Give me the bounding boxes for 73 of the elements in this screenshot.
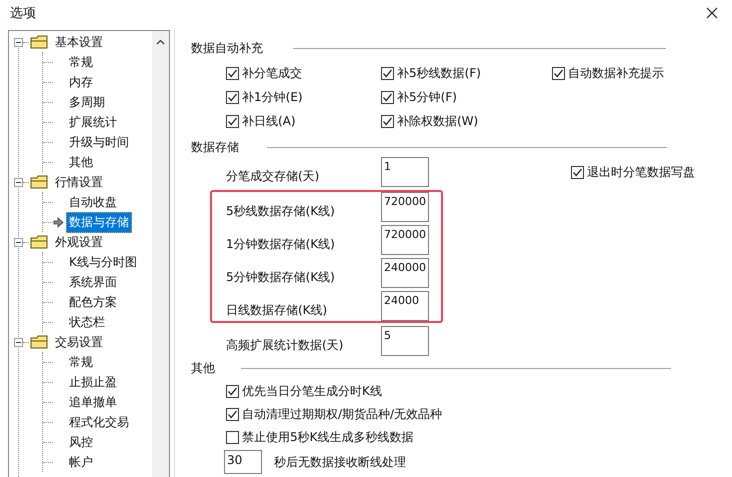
window-title: 选项 <box>10 5 36 22</box>
tree-item[interactable]: 帐户 <box>66 452 96 472</box>
checkbox-label: 补日线(A) <box>242 112 296 130</box>
tree-item[interactable]: 配色方案 <box>66 292 120 312</box>
checkbox-label: 自动清理过期期权/期货品种/无效品种 <box>242 406 442 422</box>
tree-item[interactable]: 自动收盘 <box>66 192 120 212</box>
input-field[interactable]: 30 <box>224 450 262 474</box>
field-label: 高频扩展统计数据(天) <box>226 337 344 354</box>
tree-item[interactable]: 系统界面 <box>66 272 120 292</box>
checkbox[interactable] <box>552 66 565 80</box>
folder-icon <box>30 235 49 249</box>
checkbox[interactable] <box>226 114 239 128</box>
folder-icon <box>30 335 49 349</box>
checkbox[interactable] <box>381 114 394 128</box>
tree-item[interactable]: 行情设置 <box>55 174 103 190</box>
checkbox[interactable] <box>226 66 239 80</box>
tree-item[interactable]: 其他 <box>66 152 96 172</box>
checkbox[interactable] <box>226 408 239 420</box>
tree-item[interactable]: 程式化交易 <box>66 412 132 432</box>
field-label: 日线数据存储(K线) <box>226 302 328 319</box>
tree-item[interactable]: 基本设置 <box>55 34 103 50</box>
input-field[interactable]: 240000 <box>381 258 429 288</box>
checkbox-label: 补除权数据(W) <box>397 112 478 130</box>
input-field[interactable]: 720000 <box>381 192 429 222</box>
field-label: 5秒线数据存储(K线) <box>226 203 336 220</box>
section-title: 数据存储 <box>191 138 239 156</box>
scroll-up-icon[interactable] <box>156 39 165 45</box>
tree-item[interactable]: 交易设置 <box>55 334 103 350</box>
tree-item[interactable]: 内存 <box>66 72 96 92</box>
scrollbar[interactable] <box>152 31 169 477</box>
tree-item[interactable]: 外观设置 <box>55 234 103 250</box>
tree-item[interactable]: K线与分时图 <box>66 252 140 272</box>
tree-item[interactable]: 数据与存储 <box>66 212 132 232</box>
checkbox-label: 优先当日分笔生成分时K线 <box>242 382 382 400</box>
checkbox-label: 退出时分笔数据写盘 <box>587 164 695 180</box>
checkbox[interactable] <box>381 66 394 80</box>
section-title: 数据自动补充 <box>191 40 263 56</box>
tree-item[interactable]: 追单撤单 <box>66 392 120 412</box>
checkbox-label: 禁止使用5秒K线生成多秒线数据 <box>242 428 414 446</box>
collapse-icon[interactable] <box>14 178 23 186</box>
checkbox-label: 补分笔成交 <box>242 64 302 82</box>
tree-item[interactable]: 升级与时间 <box>66 132 132 152</box>
folder-icon <box>30 175 49 189</box>
checkbox[interactable] <box>571 166 584 178</box>
tree-item[interactable]: 扩展统计 <box>66 112 120 132</box>
collapse-icon[interactable] <box>14 238 23 246</box>
checkbox[interactable] <box>226 384 239 398</box>
input-field[interactable]: 5 <box>381 326 429 356</box>
tree-item[interactable]: 常规 <box>66 352 96 372</box>
input-field[interactable]: 1 <box>381 157 429 187</box>
checkbox-label: 补5秒线数据(F) <box>397 64 481 82</box>
tree-item[interactable]: 状态栏 <box>66 312 108 332</box>
tree-item[interactable]: 止损止盈 <box>66 372 120 392</box>
checkbox[interactable] <box>226 430 239 444</box>
section-title: 其他 <box>191 360 215 376</box>
collapse-icon[interactable] <box>14 38 23 46</box>
checkbox[interactable] <box>381 90 394 104</box>
collapse-icon[interactable] <box>14 338 23 346</box>
field-label: 秒后无数据接收断线处理 <box>274 454 406 470</box>
folder-icon <box>30 35 49 49</box>
checkbox-label: 自动数据补充提示 <box>568 64 664 82</box>
input-field[interactable]: 720000 <box>381 225 429 255</box>
field-label: 5分钟数据存储(K线) <box>226 269 336 286</box>
tree-item[interactable]: 风控 <box>66 432 96 452</box>
close-icon[interactable] <box>706 7 718 19</box>
field-label: 分笔成交存储(天) <box>226 168 320 185</box>
tree-item[interactable]: 常规 <box>66 52 96 72</box>
checkbox-label: 补5分钟(F) <box>397 88 457 106</box>
input-field[interactable]: 24000 <box>381 291 429 321</box>
checkbox-label: 补1分钟(E) <box>242 88 303 106</box>
tree-item[interactable]: 多周期 <box>66 92 108 112</box>
field-label: 1分钟数据存储(K线) <box>226 236 336 253</box>
checkbox[interactable] <box>226 90 239 104</box>
